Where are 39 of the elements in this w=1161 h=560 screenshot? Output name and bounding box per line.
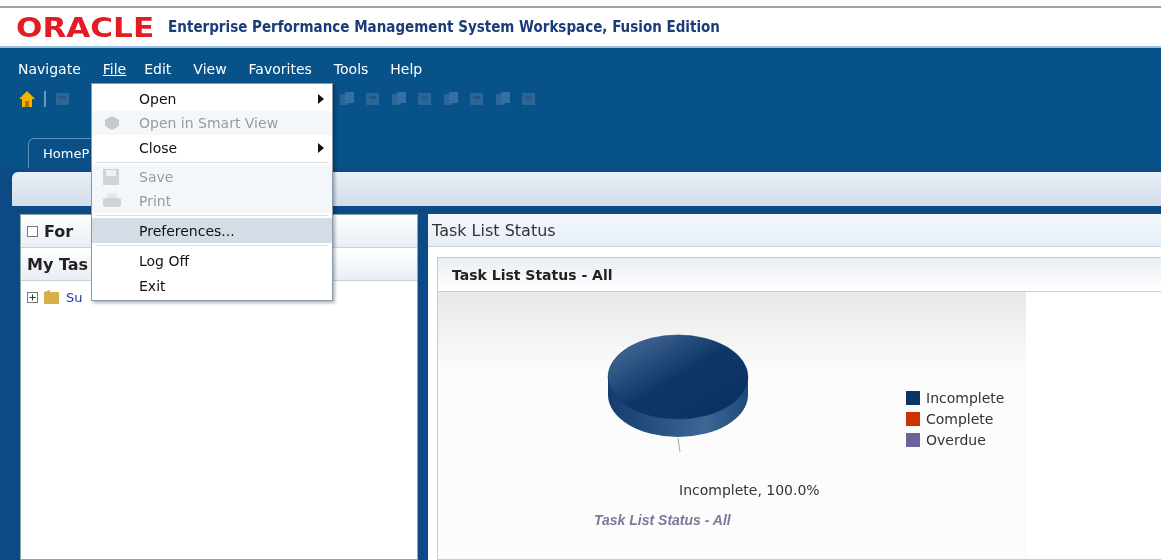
- toolbar-icon[interactable]: [520, 90, 538, 108]
- leader-line: [677, 437, 681, 452]
- toolbar-icon[interactable]: [442, 90, 460, 108]
- toolbar-icon[interactable]: [416, 90, 434, 108]
- toolbar-icon[interactable]: [364, 90, 382, 108]
- panel-title: Task List Status: [428, 214, 1161, 247]
- section-title: For: [44, 221, 74, 241]
- panel-title: My Tas: [27, 254, 89, 274]
- legend-label: Overdue: [926, 432, 986, 448]
- menu-option[interactable]: Open: [92, 86, 332, 111]
- menu-item[interactable]: Edit: [144, 61, 172, 77]
- menu-option[interactable]: Exit: [92, 273, 332, 298]
- menu-option[interactable]: Preferences...: [92, 218, 332, 243]
- home-icon[interactable]: [18, 90, 36, 108]
- legend-label: Complete: [926, 411, 994, 427]
- toolbar-separator-icon: [44, 91, 46, 107]
- logo: ORACLE: [16, 11, 155, 43]
- legend-label: Incomplete: [926, 390, 1005, 406]
- toolbar-icon[interactable]: [494, 90, 512, 108]
- cube-icon: [102, 114, 122, 132]
- chart-title: Task List Status - All: [594, 512, 731, 528]
- toolbar-icon[interactable]: [54, 90, 72, 108]
- toolbar-icon[interactable]: [390, 90, 408, 108]
- app-title: Enterprise Performance Management System Workspace, Fusion Edition: [168, 18, 720, 36]
- menu-option[interactable]: Close: [92, 135, 332, 160]
- data-label: Incomplete, 100.0%: [679, 482, 820, 498]
- toolbar-icon[interactable]: [468, 90, 486, 108]
- printer-icon: [102, 192, 122, 210]
- menu-item[interactable]: Help: [390, 61, 423, 77]
- menu-item[interactable]: File: [102, 61, 127, 77]
- toolbar-icon[interactable]: [338, 90, 356, 108]
- menu-item[interactable]: Tools: [333, 61, 369, 77]
- menu-option[interactable]: Log Off: [92, 248, 332, 273]
- card-title: Task List Status - All: [438, 258, 1161, 292]
- tree-link[interactable]: Su: [66, 289, 83, 305]
- menu-item[interactable]: Favorites: [248, 61, 312, 77]
- menu-item[interactable]: View: [193, 61, 227, 77]
- menu-item[interactable]: Navigate: [18, 61, 81, 77]
- folder-icon: [43, 289, 61, 305]
